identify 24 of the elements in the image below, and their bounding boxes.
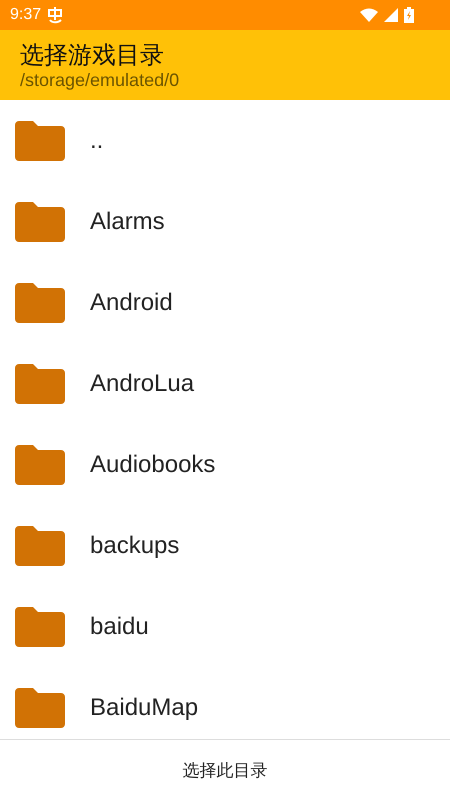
folder-icon [15, 202, 65, 242]
screen-title: 选择游戏目录 [20, 40, 165, 70]
status-time: 9:37 [10, 6, 42, 24]
current-path: /storage/emulated/0 [20, 70, 180, 90]
folder-item[interactable]: backups [0, 505, 450, 586]
folder-icon [15, 364, 65, 404]
folder-item[interactable]: .. [0, 100, 450, 181]
folder-item[interactable]: Alarms [0, 181, 450, 262]
folder-icon [15, 120, 65, 160]
folder-item[interactable]: BaiduMap [0, 667, 450, 739]
notification-icon [47, 6, 64, 24]
battery-icon [404, 7, 414, 23]
folder-item[interactable]: Android [0, 262, 450, 343]
folder-icon [15, 526, 65, 566]
signal-icon [384, 8, 398, 22]
folder-icon [15, 688, 65, 728]
folder-icon [15, 282, 65, 322]
folder-item[interactable]: AndroLua [0, 343, 450, 424]
folder-item[interactable]: baidu [0, 586, 450, 667]
folder-icon [15, 444, 65, 484]
folder-item[interactable]: Audiobooks [0, 424, 450, 505]
folder-icon [15, 606, 65, 646]
wifi-icon [360, 8, 378, 22]
select-directory-button[interactable]: 选择此目录 [166, 750, 284, 790]
